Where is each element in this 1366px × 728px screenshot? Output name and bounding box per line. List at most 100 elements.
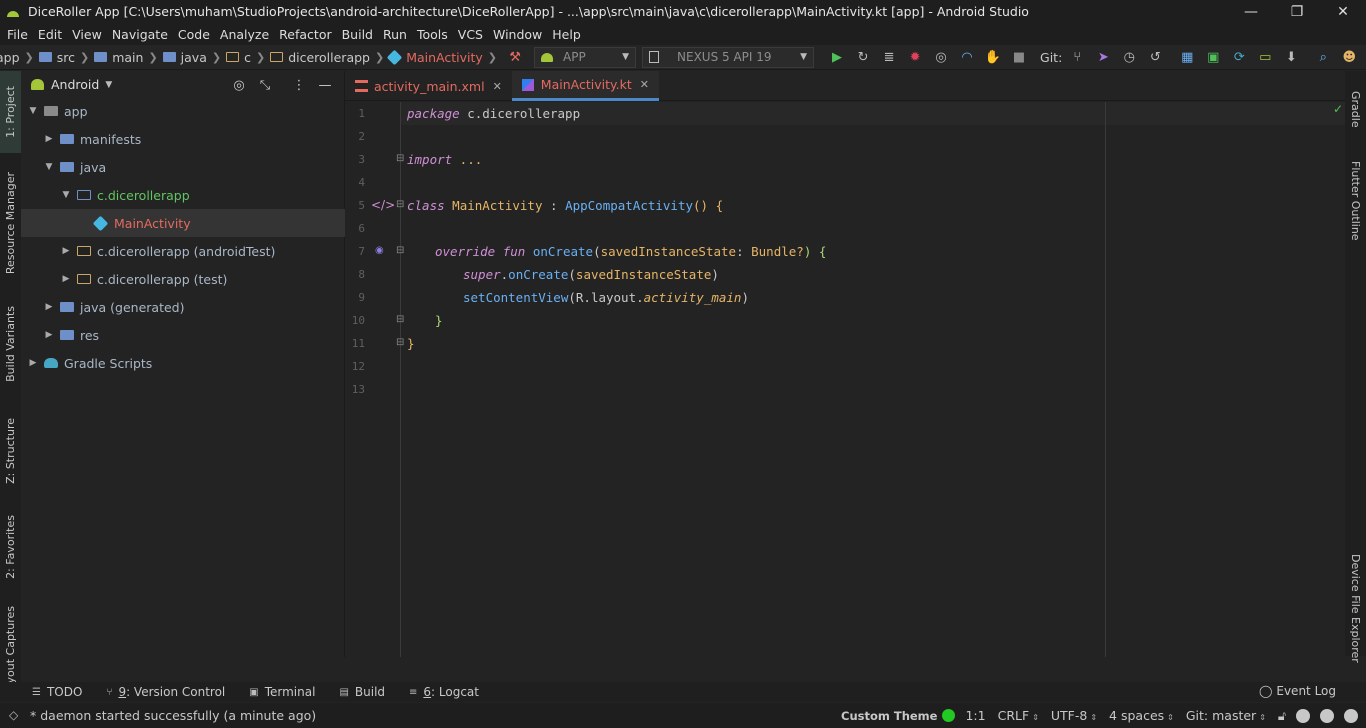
build-tool-button[interactable]: ▤ Build [339, 685, 385, 699]
tab-gradle[interactable]: Gradle [1345, 79, 1366, 139]
tab-favorites[interactable]: 2: Favorites [0, 507, 21, 587]
menu-vcs[interactable]: VCS [453, 27, 488, 42]
menu-help[interactable]: Help [547, 27, 586, 42]
tree-item-test[interactable]: ▶ c.dicerollerapp (test) [21, 265, 345, 293]
menu-navigate[interactable]: Navigate [107, 27, 173, 42]
menu-analyze[interactable]: Analyze [215, 27, 274, 42]
menu-edit[interactable]: Edit [33, 27, 67, 42]
device-select[interactable]: NEXUS 5 API 19 ▼ [642, 46, 815, 68]
git-history-icon[interactable]: ◷ [1116, 46, 1142, 68]
code-editor[interactable]: 1 2 3 4 5 6 7 8 9 10 11 12 13 </> ◉ ⊟ ⊟ … [345, 102, 1345, 657]
logcat-tool-button[interactable]: ≡ 6: Logcat [409, 685, 479, 699]
minimize-button[interactable]: — [1228, 0, 1274, 23]
todo-tool-button[interactable]: ☰ TODO [32, 685, 82, 699]
close-icon[interactable]: ✕ [640, 78, 649, 91]
run-configuration-select[interactable]: APP ▼ [534, 46, 637, 68]
fold-marker-icon[interactable]: ⊟ [396, 153, 404, 164]
menu-file[interactable]: File [2, 27, 33, 42]
avatar[interactable]: ☻ [1336, 46, 1362, 68]
breadcrumb-file[interactable]: MainActivity [406, 50, 483, 65]
sdk-manager-icon[interactable]: ⬇ [1278, 46, 1304, 68]
hide-panel-icon[interactable]: — [312, 75, 338, 95]
tree-item-package[interactable]: ▼ c.dicerollerapp [21, 181, 345, 209]
fold-marker-icon[interactable]: ⊟ [396, 199, 404, 210]
caret-position[interactable]: 1:1 [965, 708, 985, 723]
apply-changes-icon[interactable]: ↻ [850, 46, 876, 68]
run-icon[interactable]: ▶ [824, 46, 850, 68]
git-branch-select[interactable]: Git: master ⇕ [1186, 708, 1266, 723]
tab-build-variants[interactable]: Build Variants [0, 299, 21, 389]
menu-window[interactable]: Window [488, 27, 547, 42]
git-push-icon[interactable]: ➤ [1090, 46, 1116, 68]
menu-view[interactable]: View [67, 27, 107, 42]
stop-icon[interactable]: ■ [1006, 46, 1032, 68]
stop-process-icon[interactable]: ✋ [980, 46, 1006, 68]
breadcrumb-c[interactable]: c [244, 50, 251, 65]
encoding-select[interactable]: UTF-8 ⇕ [1051, 708, 1097, 723]
lock-icon[interactable]: 🔓︎ [1278, 708, 1286, 724]
notifications-icon[interactable] [1344, 708, 1358, 723]
restore-button[interactable]: ❐ [1274, 0, 1320, 23]
git-rollback-icon[interactable]: ↺ [1142, 46, 1168, 68]
hammer-build-icon[interactable]: ⚒ [502, 46, 528, 68]
tree-item-java-generated[interactable]: ▶ java (generated) [21, 293, 345, 321]
tree-item-gradle-scripts[interactable]: ▶ Gradle Scripts [21, 349, 345, 377]
menu-tools[interactable]: Tools [412, 27, 453, 42]
debug-icon[interactable]: ✹ [902, 46, 928, 68]
breadcrumb-java[interactable]: java [181, 50, 207, 65]
fold-marker-icon[interactable]: ⊟ [396, 337, 404, 348]
menu-code[interactable]: Code [173, 27, 215, 42]
theme-indicator[interactable]: Custom Theme [841, 708, 956, 723]
tab-layout-captures[interactable]: yout Captures [0, 606, 21, 684]
avd-manager-icon[interactable]: ▭ [1252, 46, 1278, 68]
project-view-select[interactable]: Android ▼ ◎ ⤡ ⋮ — [21, 71, 344, 98]
breadcrumb-package[interactable]: dicerollerapp [288, 50, 370, 65]
menu-run[interactable]: Run [378, 27, 412, 42]
code-area[interactable]: package c.dicerollerapp import ... class… [407, 102, 1345, 657]
tab-activity-main-xml[interactable]: activity_main.xml ✕ [345, 71, 512, 101]
menu-build[interactable]: Build [337, 27, 378, 42]
tab-device-file-explorer[interactable]: Device File Explorer [1345, 551, 1366, 666]
tab-mainactivity-kt[interactable]: MainActivity.kt ✕ [511, 71, 659, 101]
tree-item-app[interactable]: ▼ app [21, 97, 345, 125]
tree-item-android-test[interactable]: ▶ c.dicerollerapp (androidTest) [21, 237, 345, 265]
tab-resource-manager[interactable]: Resource Manager [0, 163, 21, 283]
tree-item-mainactivity[interactable]: MainActivity [21, 209, 345, 237]
tree-item-res[interactable]: ▶ res [21, 321, 345, 349]
collapse-all-icon[interactable]: ⤡ [252, 75, 278, 95]
terminal-toolbar-icon[interactable]: ▣ [1200, 46, 1226, 68]
fold-marker-icon[interactable]: ⊟ [396, 314, 404, 325]
status-message[interactable]: * daemon started successfully (a minute … [30, 708, 316, 723]
sync-gradle-icon[interactable]: ⟳ [1226, 46, 1252, 68]
project-structure-icon[interactable]: ▦ [1174, 46, 1200, 68]
event-log-tool-button[interactable]: ◯ Event Log [1259, 684, 1336, 698]
tree-item-java[interactable]: ▼ java [21, 153, 345, 181]
search-icon[interactable]: ⌕ [1310, 46, 1336, 68]
breadcrumb-src[interactable]: src [57, 50, 75, 65]
override-marker-icon[interactable]: ◉ [375, 245, 384, 256]
profile-icon[interactable]: ◠ [954, 46, 980, 68]
tab-flutter-outline[interactable]: Flutter Outline [1345, 151, 1366, 251]
breadcrumb-main[interactable]: main [112, 50, 143, 65]
line-separator-select[interactable]: CRLF ⇕ [998, 708, 1039, 723]
close-window-button[interactable]: ✕ [1320, 0, 1366, 23]
version-control-tool-button[interactable]: ⑂ 9: Version Control [106, 685, 225, 699]
more-options-icon[interactable]: ⋮ [286, 75, 312, 95]
tab-structure[interactable]: Z: Structure [0, 411, 21, 491]
locate-file-icon[interactable]: ◎ [226, 75, 252, 95]
apply-code-changes-icon[interactable]: ≣ [876, 46, 902, 68]
activity-layout-icon[interactable]: </> [371, 198, 395, 212]
indent-select[interactable]: 4 spaces ⇕ [1109, 708, 1174, 723]
attach-debugger-icon[interactable]: ◎ [928, 46, 954, 68]
terminal-tool-button[interactable]: ▣ Terminal [249, 685, 315, 699]
git-update-icon[interactable]: ⑂ [1064, 46, 1090, 68]
feedback-icon[interactable] [1320, 708, 1334, 723]
close-icon[interactable]: ✕ [493, 80, 502, 93]
layout-toggle-icon[interactable]: ◇ [9, 708, 18, 722]
menu-refactor[interactable]: Refactor [274, 27, 336, 42]
tree-item-manifests[interactable]: ▶ manifests [21, 125, 345, 153]
breadcrumb-app[interactable]: app [0, 50, 20, 65]
fold-marker-icon[interactable]: ⊟ [396, 245, 404, 256]
hector-icon[interactable] [1296, 708, 1310, 723]
tab-project[interactable]: 1: Project [0, 71, 21, 153]
